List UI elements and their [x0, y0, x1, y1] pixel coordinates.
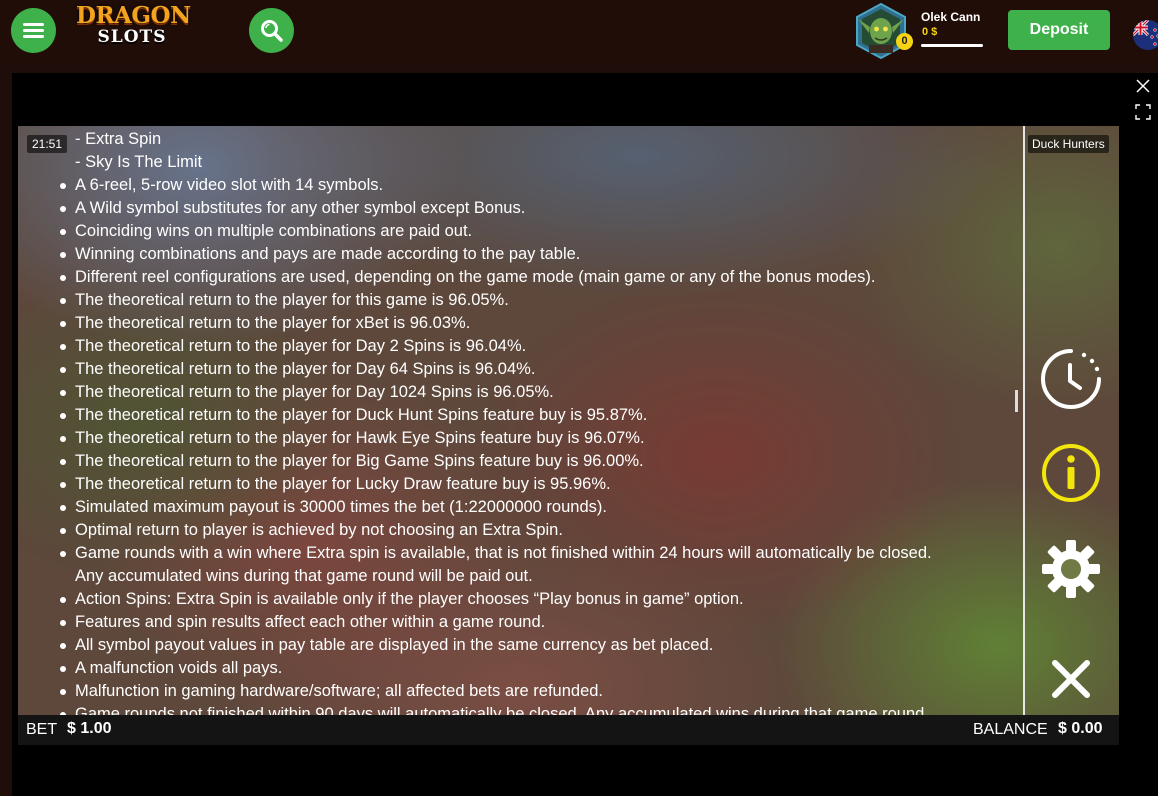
rule-list-item: The theoretical return to the player for…	[60, 381, 554, 404]
goblin-avatar[interactable]	[853, 3, 909, 59]
site-logo[interactable]: DRAGON SLOTS	[76, 2, 191, 51]
rule-list-item: The theoretical return to the player for…	[59, 335, 526, 358]
rule-list-item: Game rounds not finished within 90 days …	[59, 703, 924, 715]
logo-text-slots: SLOTS	[97, 27, 167, 47]
rule-list-item: The theoretical return to the player for…	[59, 404, 647, 427]
balance-value: $ 0.00	[1058, 720, 1103, 737]
bet-label: BET	[26, 721, 58, 738]
rule-list-item: A 6-reel, 5-row video slot with 14 symbo…	[59, 174, 383, 197]
rules-scrollbar[interactable]	[1015, 390, 1018, 412]
rule-list-item: The theoretical return to the player for…	[60, 473, 611, 496]
rule-list-item: Winning combinations and pays are made a…	[59, 243, 580, 266]
frame-controls	[1126, 73, 1158, 796]
level-progress-bar	[921, 44, 983, 47]
game-clock: 21:51	[27, 135, 68, 153]
game-title: Duck Hunters	[1028, 135, 1109, 153]
panel-divider	[1023, 126, 1025, 715]
username: Olek Cann	[921, 10, 981, 24]
close-game-info-icon[interactable]	[1050, 658, 1092, 700]
bet-value: $ 1.00	[67, 720, 112, 737]
fullscreen-icon[interactable]	[1135, 104, 1151, 120]
game-bottom-bar: BET $ 1.00 BALANCE $ 0.00	[18, 715, 1119, 745]
rule-text-line: - Sky Is The Limit	[75, 153, 203, 171]
rule-list-item: Different reel configurations are used, …	[59, 266, 875, 289]
level-progress-fill	[921, 44, 983, 47]
top-bar: DRAGON SLOTS 0 Olek Cann 0 $ Deposit	[0, 0, 1158, 62]
new-zealand-flag-icon[interactable]	[1133, 20, 1158, 50]
rule-list-item: Features and spin results affect each ot…	[59, 611, 545, 634]
deposit-button[interactable]: Deposit	[1008, 10, 1110, 50]
rule-list-item: The theoretical return to the player for…	[59, 358, 535, 381]
rule-list-item: A malfunction voids all pays.	[59, 657, 282, 680]
rule-list-item: A Wild symbol substitutes for any other …	[59, 197, 525, 220]
rule-text-line: - Extra Spin	[75, 130, 162, 148]
user-balance: 0 $	[922, 26, 938, 38]
rule-list-item: Coinciding wins on multiple combinations…	[59, 220, 472, 243]
logo-text-dragon: DRAGON	[76, 2, 191, 29]
level-badge: 0	[896, 33, 913, 50]
search-icon	[261, 20, 283, 42]
info-icon[interactable]	[1040, 442, 1102, 504]
rule-list-item: Action Spins: Extra Spin is available on…	[60, 588, 744, 611]
balance-label: BALANCE	[973, 721, 1048, 738]
rule-list-item: Simulated maximum payout is 30000 times …	[60, 496, 607, 519]
close-icon[interactable]	[1136, 79, 1150, 93]
rule-list-item: The theoretical return to the player for…	[60, 427, 645, 450]
rule-list-item: Optimal return to player is achieved by …	[60, 519, 563, 542]
rule-text-line: Any accumulated wins during that game ro…	[75, 567, 533, 585]
game-screen: 21:51 Duck Hunters - Extra Spin - Sky Is …	[18, 126, 1119, 745]
search-button[interactable]	[249, 8, 294, 53]
hamburger-menu-icon[interactable]	[11, 8, 56, 53]
rule-list-item: All symbol payout values in pay table ar…	[59, 634, 713, 657]
rule-list-item: The theoretical return to the player for…	[60, 450, 644, 473]
history-clock-icon[interactable]	[1040, 348, 1102, 410]
rule-list-item: Malfunction in gaming hardware/software;…	[60, 680, 603, 703]
game-rules-text[interactable]: - Extra Spin - Sky Is The Limit A 6-reel, …	[18, 126, 1008, 715]
rule-list-item: The theoretical return to the player for…	[60, 289, 509, 312]
gear-icon[interactable]	[1040, 538, 1102, 600]
rule-list-item: Game rounds with a win where Extra spin …	[60, 542, 932, 565]
rule-list-item: The theoretical return to the player for…	[59, 312, 470, 335]
